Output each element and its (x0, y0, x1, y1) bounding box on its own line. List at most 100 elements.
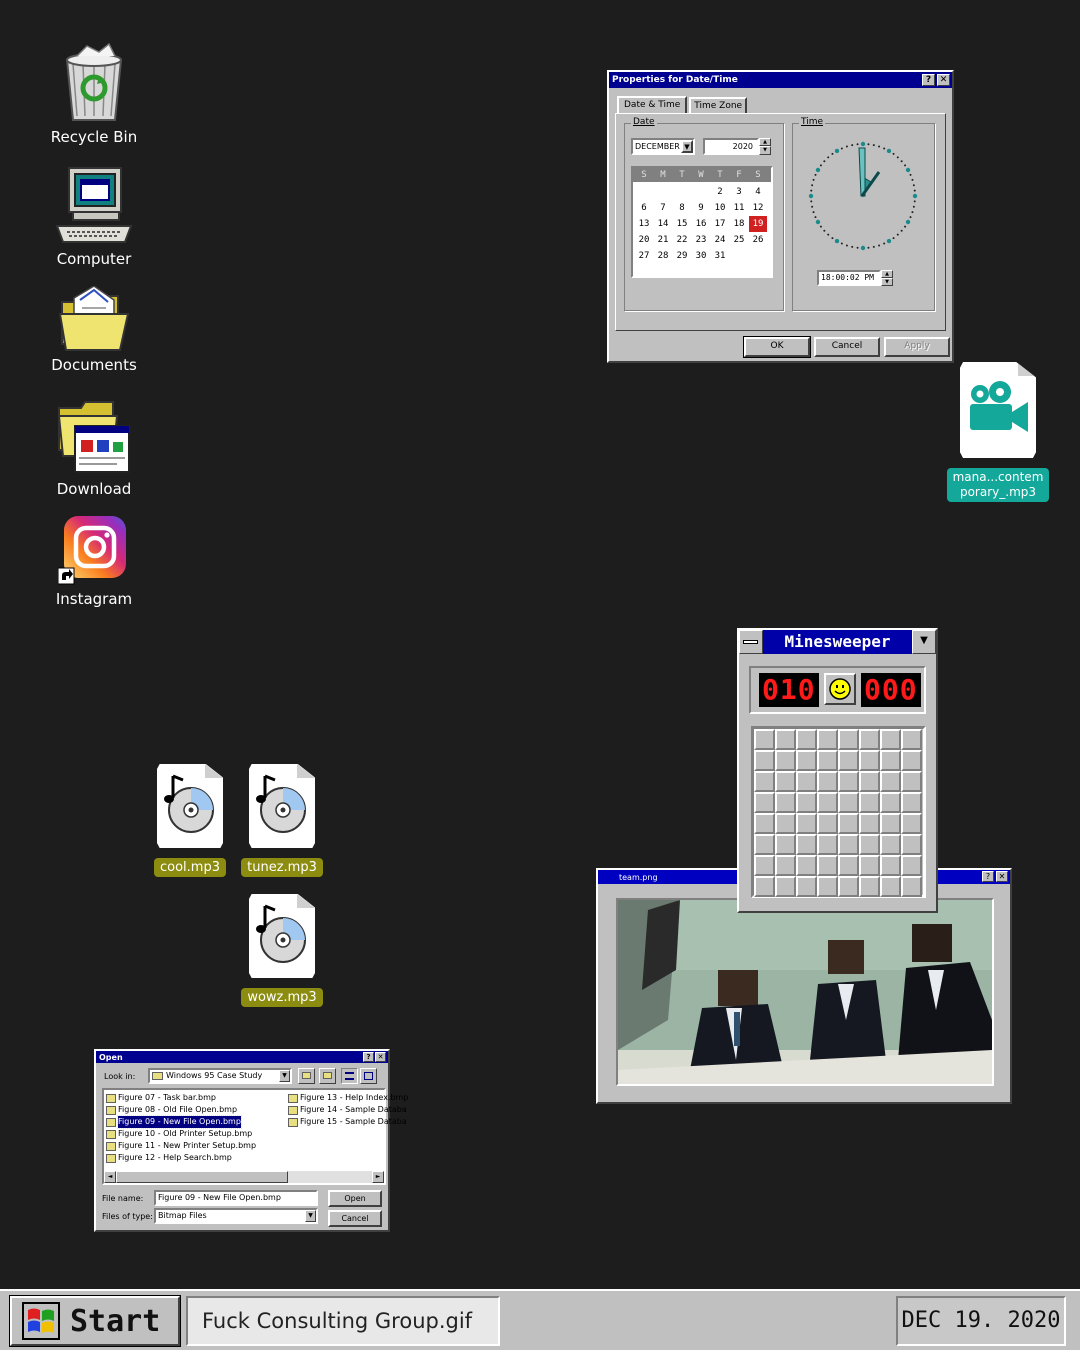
file-list-item[interactable]: Figure 07 - Task bar.bmp (106, 1092, 256, 1104)
details-view-button[interactable] (360, 1068, 377, 1084)
year-spinner[interactable]: ▲ ▼ (759, 138, 771, 155)
close-button[interactable]: ✕ (375, 1052, 386, 1062)
calendar-day[interactable]: 21 (654, 232, 672, 248)
mine-cell[interactable] (817, 855, 838, 876)
mine-cell[interactable] (775, 834, 796, 855)
calendar-day[interactable]: 17 (711, 216, 729, 232)
scroll-left-arrow-icon[interactable]: ◄ (104, 1171, 116, 1183)
mine-cell[interactable] (817, 729, 838, 750)
month-select[interactable]: DECEMBER ▼ (631, 138, 695, 155)
mine-cell[interactable] (901, 876, 922, 897)
mine-cell[interactable] (838, 876, 859, 897)
mine-cell[interactable] (880, 792, 901, 813)
mine-cell[interactable] (838, 729, 859, 750)
mine-cell[interactable] (901, 834, 922, 855)
mine-cell[interactable] (817, 771, 838, 792)
help-button[interactable]: ? (363, 1052, 374, 1062)
mine-cell[interactable] (880, 813, 901, 834)
mine-cell[interactable] (775, 855, 796, 876)
list-view-button[interactable] (341, 1068, 358, 1084)
mine-cell[interactable] (754, 876, 775, 897)
calendar-day[interactable]: 14 (654, 216, 672, 232)
mine-cell[interactable] (796, 855, 817, 876)
calendar-day[interactable]: 4 (749, 184, 767, 200)
calendar-day[interactable]: 18 (730, 216, 748, 232)
mine-cell[interactable] (796, 792, 817, 813)
file-list-item[interactable]: Figure 14 - Sample Databa (288, 1104, 408, 1116)
file-list-item[interactable]: Figure 13 - Help Index.bmp (288, 1092, 408, 1104)
mine-cell[interactable] (838, 771, 859, 792)
mine-cell[interactable] (775, 813, 796, 834)
file-cool-mp3[interactable]: cool.mp3 (152, 764, 228, 877)
mine-cell[interactable] (817, 792, 838, 813)
documents-shortcut[interactable]: Documents (34, 286, 154, 374)
mine-cell[interactable] (754, 771, 775, 792)
mine-cell[interactable] (817, 750, 838, 771)
mine-cell[interactable] (754, 750, 775, 771)
close-button[interactable]: ✕ (937, 74, 950, 86)
task-button-gif[interactable]: Fuck Consulting Group.gif (186, 1296, 500, 1346)
file-wowz-mp3[interactable]: wowz.mp3 (241, 894, 323, 1007)
file-tunez-mp3[interactable]: tunez.mp3 (241, 764, 323, 877)
mine-cell[interactable] (901, 792, 922, 813)
file-video-mp3[interactable]: mana...contem porary_.mp3 (944, 362, 1052, 502)
open-button[interactable]: Open (328, 1190, 382, 1207)
mine-cell[interactable] (754, 729, 775, 750)
file-list-item[interactable]: Figure 11 - New Printer Setup.bmp (106, 1140, 256, 1152)
cancel-button[interactable]: Cancel (328, 1210, 382, 1227)
recycle-bin-shortcut[interactable]: Recycle Bin (34, 42, 154, 146)
file-list-item[interactable]: Figure 09 - New File Open.bmp (106, 1115, 256, 1129)
mine-cell[interactable] (859, 771, 880, 792)
mine-cell[interactable] (754, 855, 775, 876)
calendar-day[interactable]: 26 (749, 232, 767, 248)
up-folder-button[interactable] (298, 1068, 315, 1084)
file-list-item[interactable]: Figure 15 - Sample Databa (288, 1116, 408, 1128)
calendar-day[interactable]: 9 (692, 200, 710, 216)
mine-cell[interactable] (880, 729, 901, 750)
mine-cell[interactable] (775, 750, 796, 771)
mine-cell[interactable] (817, 813, 838, 834)
mine-cell[interactable] (775, 792, 796, 813)
mine-cell[interactable] (838, 834, 859, 855)
calendar-day[interactable]: 6 (635, 200, 653, 216)
close-button[interactable]: ✕ (996, 871, 1008, 882)
ok-button[interactable]: OK (743, 336, 811, 358)
file-type-select[interactable]: Bitmap Files ▼ (154, 1208, 318, 1224)
calendar-day[interactable]: 16 (692, 216, 710, 232)
file-list-item[interactable]: Figure 10 - Old Printer Setup.bmp (106, 1128, 256, 1140)
calendar-day[interactable]: 7 (654, 200, 672, 216)
calendar-day[interactable]: 10 (711, 200, 729, 216)
mine-cell[interactable] (859, 876, 880, 897)
mine-cell[interactable] (796, 834, 817, 855)
calendar-day[interactable]: 15 (673, 216, 691, 232)
mine-cell[interactable] (859, 813, 880, 834)
calendar-day[interactable]: 12 (749, 200, 767, 216)
mine-cell[interactable] (754, 834, 775, 855)
calendar-day[interactable]: 19 (749, 216, 767, 232)
file-list-item[interactable]: Figure 12 - Help Search.bmp (106, 1152, 256, 1164)
mine-cell[interactable] (838, 855, 859, 876)
tab-time-zone[interactable]: Time Zone (689, 97, 748, 114)
mine-cell[interactable] (859, 855, 880, 876)
mine-cell[interactable] (775, 729, 796, 750)
calendar-day[interactable]: 24 (711, 232, 729, 248)
mine-cell[interactable] (859, 792, 880, 813)
download-shortcut[interactable]: Download (34, 400, 154, 498)
mine-cell[interactable] (880, 855, 901, 876)
chevron-down-icon[interactable]: ▼ (305, 1210, 316, 1222)
time-spinner[interactable]: ▲ ▼ (881, 270, 893, 286)
mine-cell[interactable] (859, 834, 880, 855)
mine-cell[interactable] (775, 771, 796, 792)
mine-cell[interactable] (880, 771, 901, 792)
help-button[interactable]: ? (982, 871, 994, 882)
minimize-chevron-icon[interactable]: ▼ (912, 630, 936, 654)
file-list-item[interactable]: Figure 08 - Old File Open.bmp (106, 1104, 256, 1116)
start-button[interactable]: Start (9, 1295, 181, 1347)
mine-cell[interactable] (838, 792, 859, 813)
mine-cell[interactable] (775, 876, 796, 897)
mine-cell[interactable] (880, 750, 901, 771)
chevron-down-icon[interactable]: ▼ (681, 140, 693, 153)
computer-shortcut[interactable]: Computer (34, 166, 154, 268)
calendar-day[interactable]: 29 (673, 248, 691, 264)
apply-button[interactable]: Apply (884, 337, 950, 357)
